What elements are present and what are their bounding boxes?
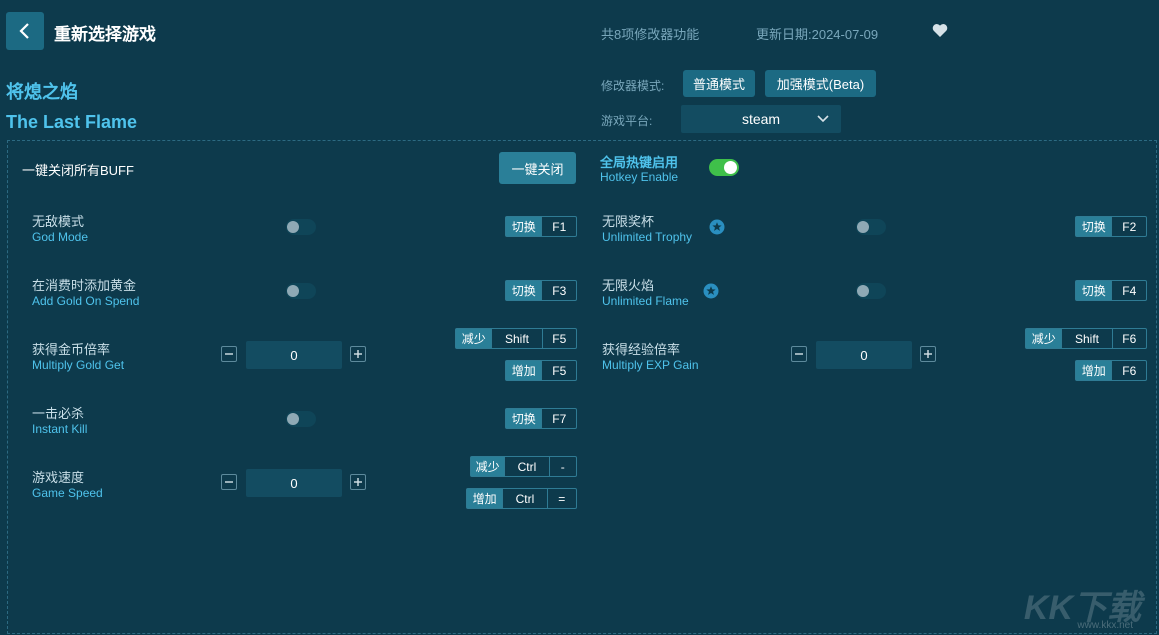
option-label-en: Unlimited Trophy — [602, 230, 693, 244]
gold-decrease-hotkey[interactable]: 减少 Shift F5 — [455, 328, 577, 349]
unlimited-flame-toggle[interactable] — [856, 283, 886, 299]
plus-icon — [924, 350, 932, 358]
hotkey-key: F3 — [541, 281, 576, 300]
option-label-cn: 无敌模式 — [32, 214, 85, 229]
hotkey-key: Ctrl — [502, 489, 546, 508]
plus-icon — [354, 478, 362, 486]
option-label-en: Game Speed — [32, 486, 103, 500]
hotkey-key: F6 — [1111, 329, 1146, 348]
minus-icon — [225, 353, 233, 355]
normal-mode-button[interactable]: 普通模式 — [683, 70, 755, 97]
hotkey-action: 切换 — [506, 409, 542, 428]
instant-kill-toggle[interactable] — [286, 411, 316, 427]
decrease-button[interactable] — [221, 474, 237, 490]
hotkey-key: F5 — [541, 329, 576, 348]
minus-icon — [795, 353, 803, 355]
hotkey-action: 减少 — [471, 457, 505, 476]
gold-increase-hotkey[interactable]: 增加 F5 — [505, 360, 577, 381]
add-gold-hotkey[interactable]: 切换 F3 — [505, 280, 577, 301]
hotkey-action: 切换 — [1076, 281, 1112, 300]
hotkey-action: 切换 — [506, 217, 542, 236]
hotkey-key: F1 — [541, 217, 576, 236]
unlimited-flame-hotkey[interactable]: 切换 F4 — [1075, 280, 1147, 301]
mode-label: 修改器模式: — [601, 79, 665, 93]
page-title: 重新选择游戏 — [54, 25, 156, 44]
game-name-en: The Last Flame — [6, 112, 138, 132]
hotkey-key: F5 — [541, 361, 576, 380]
option-label-en: Multiply Gold Get — [32, 358, 125, 372]
hotkey-action: 增加 — [506, 361, 542, 380]
option-label-en: Add Gold On Spend — [32, 294, 140, 308]
favorite-button[interactable] — [932, 23, 948, 41]
chevron-down-icon — [817, 115, 829, 123]
option-label-cn: 获得经验倍率 — [602, 342, 681, 357]
increase-button[interactable] — [920, 346, 936, 362]
close-all-button[interactable]: 一键关闭 — [499, 152, 576, 184]
hotkey-key: Shift — [1061, 329, 1111, 348]
increase-button[interactable] — [350, 346, 366, 362]
option-label-cn: 在消费时添加黄金 — [32, 278, 137, 293]
game-speed-input[interactable]: 0 — [246, 469, 342, 497]
instant-kill-hotkey[interactable]: 切换 F7 — [505, 408, 577, 429]
god-mode-hotkey[interactable]: 切换 F1 — [505, 216, 577, 237]
chevron-left-icon — [19, 23, 29, 39]
increase-button[interactable] — [350, 474, 366, 490]
close-all-buff-label: 一键关闭所有BUFF — [22, 163, 134, 178]
speed-decrease-hotkey[interactable]: 减少 Ctrl - — [470, 456, 577, 477]
hotkey-key: Ctrl — [504, 457, 548, 476]
hotkey-action: 减少 — [456, 329, 492, 348]
platform-select[interactable]: steam — [681, 105, 841, 133]
hotkey-key: F6 — [1111, 361, 1146, 380]
option-label-cn: 游戏速度 — [32, 470, 85, 485]
speed-increase-hotkey[interactable]: 增加 Ctrl = — [466, 488, 577, 509]
hotkey-action: 增加 — [1076, 361, 1112, 380]
update-date: 更新日期:2024-07-09 — [756, 27, 879, 42]
gold-multiplier-input[interactable]: 0 — [246, 341, 342, 369]
decrease-button[interactable] — [221, 346, 237, 362]
hotkey-action: 增加 — [467, 489, 503, 508]
back-button[interactable] — [6, 12, 44, 50]
decrease-button[interactable] — [791, 346, 807, 362]
plus-icon — [354, 350, 362, 358]
hotkey-key: Shift — [491, 329, 541, 348]
options-panel — [7, 140, 1157, 634]
watermark-url: www.kkx.net — [1077, 620, 1133, 631]
hotkey-key: = — [546, 489, 576, 508]
heart-icon — [932, 24, 948, 37]
option-label-en: Unlimited Flame — [602, 294, 689, 308]
hotkey-key: F4 — [1111, 281, 1146, 300]
god-mode-toggle[interactable] — [286, 219, 316, 235]
platform-value: steam — [741, 111, 781, 127]
hotkey-action: 切换 — [1076, 217, 1112, 236]
hotkey-action: 减少 — [1026, 329, 1062, 348]
hotkey-enable-toggle[interactable] — [709, 159, 739, 176]
hotkey-enable-label-cn: 全局热键启用 — [600, 155, 679, 170]
exp-multiplier-input[interactable]: 0 — [816, 341, 912, 369]
hotkey-enable-label-en: Hotkey Enable — [600, 170, 679, 184]
hotkey-key: - — [548, 457, 576, 476]
add-gold-toggle[interactable] — [286, 283, 316, 299]
game-name-cn: 将熄之焰 — [6, 82, 78, 102]
feature-count: 共8项修改器功能 — [601, 27, 700, 42]
option-label-cn: 一击必杀 — [32, 406, 85, 421]
star-icon — [703, 283, 719, 299]
exp-decrease-hotkey[interactable]: 减少 Shift F6 — [1025, 328, 1147, 349]
minus-icon — [225, 481, 233, 483]
unlimited-trophy-toggle[interactable] — [856, 219, 886, 235]
enhanced-mode-button[interactable]: 加强模式(Beta) — [765, 70, 876, 97]
hotkey-key: F7 — [541, 409, 576, 428]
unlimited-trophy-hotkey[interactable]: 切换 F2 — [1075, 216, 1147, 237]
platform-label: 游戏平台: — [601, 114, 653, 128]
option-label-cn: 无限奖杯 — [602, 214, 655, 229]
hotkey-key: F2 — [1111, 217, 1146, 236]
exp-increase-hotkey[interactable]: 增加 F6 — [1075, 360, 1147, 381]
option-label-en: Instant Kill — [32, 422, 88, 436]
option-label-en: God Mode — [32, 230, 89, 244]
option-label-en: Multiply EXP Gain — [602, 358, 699, 372]
star-icon — [709, 219, 725, 235]
hotkey-action: 切换 — [506, 281, 542, 300]
option-label-cn: 获得金币倍率 — [32, 342, 111, 357]
option-label-cn: 无限火焰 — [602, 278, 655, 293]
